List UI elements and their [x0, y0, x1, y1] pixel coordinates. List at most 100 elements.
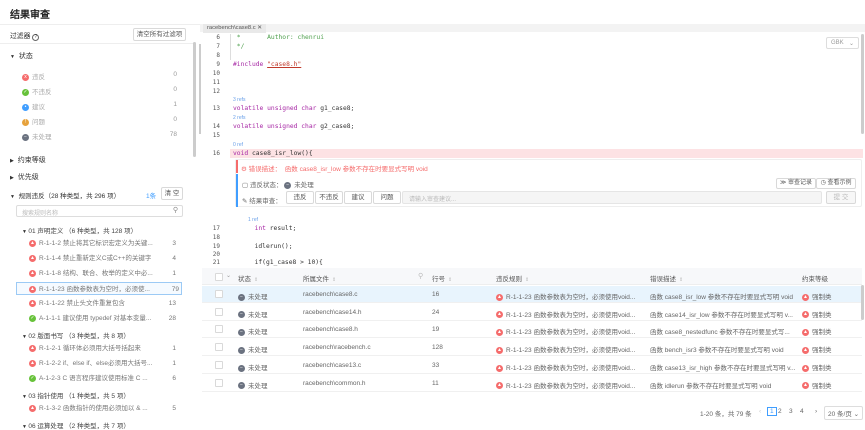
status-filter-1[interactable]: ✓ 不违反 0	[22, 86, 177, 96]
review-history-button[interactable]: ≫ 审查记录	[776, 178, 816, 189]
rule-item[interactable]: ▲ R-1-3-2 函数指针的使用必须加以 & ... 5	[28, 402, 178, 415]
line-number: 15	[212, 132, 220, 139]
row-level: ▲ 强制类	[802, 329, 832, 337]
rule-group[interactable]: ▼ 03 指针使用 （1 种类型，共 5 项）	[22, 390, 130, 400]
rule-item[interactable]: ▲ R-1-1-2 禁止将其它标识宏定义为关键... 3	[28, 237, 178, 250]
review-option-button[interactable]: 问题	[373, 191, 401, 204]
code-lens-refs[interactable]: 1 ref	[248, 217, 258, 223]
row-file[interactable]: racebench\case8.c	[303, 291, 413, 298]
table-row[interactable]: − 未处理 racebench\case8.h 19 ▲ R-1-1-23 函数参数表为空…	[202, 321, 862, 339]
rule-label: R-1-1-2 禁止将其它标识宏定义为关键...	[39, 240, 153, 247]
chevron-down-icon[interactable]: ⌄	[226, 272, 231, 279]
status-filter-4[interactable]: − 未处理 78	[22, 131, 177, 141]
row-line: 128	[432, 344, 443, 352]
col-file[interactable]: 所属文件 ⇕	[303, 273, 336, 283]
table-scrollbar[interactable]	[861, 285, 864, 320]
prev-page-button[interactable]: ‹	[759, 408, 761, 415]
row-file[interactable]: racebench\case14.h	[303, 309, 413, 316]
clear-all-filters-button[interactable]: 清空所有过滤项	[133, 28, 186, 41]
row-checkbox[interactable]	[215, 343, 223, 352]
rule-group[interactable]: ▼ 02 版面书写 （3 种类型，共 8 项）	[22, 330, 130, 340]
table-row[interactable]: − 未处理 racebench\case13.c 33 ▲ R-1-1-23 函数参数表为…	[202, 357, 862, 374]
row-checkbox[interactable]	[215, 360, 223, 369]
error-description: ⚙ 错误描述： 函数 case8_isr_low 参数不存在时要显式写明 voi…	[241, 166, 428, 173]
review-option-button[interactable]: 建议	[344, 191, 372, 204]
col-status[interactable]: 状态 ⇕	[238, 273, 258, 283]
warning-icon: ▲	[802, 346, 809, 354]
submit-button[interactable]: 提 交	[826, 191, 856, 204]
rule-item[interactable]: ▲ R-1-1-23 函数参数表为空时，必须使... 79	[16, 282, 182, 295]
row-checkbox[interactable]	[215, 378, 223, 387]
table-row[interactable]: − 未处理 racebench\racebench.c 128 ▲ R-1-1-23 函数…	[202, 339, 862, 357]
review-comment-input[interactable]: 请输入审查建议...	[402, 191, 822, 204]
next-page-button[interactable]: ›	[815, 408, 817, 415]
code-lens-refs[interactable]: 0 ref	[233, 142, 243, 148]
rules-section-toggle[interactable]: ▼ 规则违反（28 种类型，共 296 项）	[10, 190, 120, 200]
rule-group[interactable]: ▼ 01 声明定义 （6 种类型，共 128 项）	[22, 225, 137, 235]
page-2-button[interactable]: 2	[778, 408, 782, 415]
col-line[interactable]: 行号 ⇕	[432, 273, 452, 283]
page-size-select[interactable]: 20 条/页 ⌄	[824, 406, 864, 420]
row-file[interactable]: racebench\racebench.c	[303, 344, 413, 351]
review-option-button[interactable]: 不违反	[315, 191, 343, 204]
tab-racebench-case8[interactable]: racebench\case8.c ✕	[203, 24, 267, 33]
close-icon[interactable]: ✕	[257, 25, 262, 31]
status-filter-2[interactable]: • 建议 1	[22, 101, 177, 111]
rule-group[interactable]: ▼ 06 运算处理 （2 种类型，共 7 项）	[22, 420, 130, 430]
file-search-icon[interactable]: ⚲	[418, 272, 423, 280]
row-checkbox[interactable]	[215, 325, 223, 334]
group-label: 03 指针使用 （1 种类型，共 5 项）	[28, 393, 130, 400]
row-file[interactable]: racebench\case13.c	[303, 362, 413, 369]
table-row[interactable]: − 未处理 racebench\case8.c 16 ▲ R-1-1-23 函数参数表为空…	[202, 286, 862, 303]
encoding-select[interactable]: GBK ⌄	[826, 37, 859, 49]
code-lens-refs[interactable]: 2 refs	[233, 115, 246, 121]
rule-item[interactable]: ✓ A-1-1-1 建议使用 typedef 对基本变量... 28	[28, 312, 178, 325]
advisory-rule-icon: ✓	[29, 314, 36, 322]
rule-item[interactable]: ▲ R-1-2-1 循环体必须用大括号括起来 1	[28, 342, 178, 355]
row-checkbox[interactable]	[215, 307, 223, 316]
status-filter-0[interactable]: x 违反 0	[22, 71, 177, 81]
view-example-button[interactable]: ◷ 查看示例	[816, 178, 856, 189]
table-row[interactable]: − 未处理 racebench\common.h 11 ▲ R-1-1-23 函数参数表为…	[202, 375, 862, 392]
page-3-button[interactable]: 3	[789, 408, 793, 415]
line-number: 9	[216, 61, 220, 68]
rule-item[interactable]: ▲ R-1-1-4 禁止重新定义C或C++的关键字 4	[28, 252, 178, 265]
filter-scrollbar[interactable]	[193, 42, 196, 157]
row-file[interactable]: racebench\common.h	[303, 380, 413, 387]
warning-icon: ▲	[802, 329, 809, 337]
rules-selected-count[interactable]: 1条	[146, 190, 156, 200]
status-orange-icon: !	[22, 118, 29, 126]
rule-item[interactable]: ▲ R-1-1-8 结构、联合、枚举的定义中必... 1	[28, 267, 178, 280]
constraint-section-toggle[interactable]: ▶ 约束等级	[10, 155, 46, 165]
row-line: 19	[432, 326, 440, 334]
help-icon[interactable]: ?	[32, 34, 40, 41]
unprocessed-icon: −	[238, 329, 245, 337]
col-desc[interactable]: 错误描述 ⇕	[650, 273, 683, 283]
select-all-checkbox[interactable]	[215, 273, 223, 281]
col-rule[interactable]: 违反规则 ⇕	[496, 273, 529, 283]
row-file[interactable]: racebench\case8.h	[303, 326, 413, 333]
rule-search-input[interactable]: 搜索规则名称 ⚲	[16, 205, 183, 217]
row-checkbox[interactable]	[215, 290, 223, 298]
review-option-button[interactable]: 违反	[286, 191, 314, 204]
line-number: 17	[212, 225, 220, 232]
rules-clear-button[interactable]: 清 空	[161, 187, 183, 200]
row-line: 24	[432, 308, 440, 316]
editor-scrollbar[interactable]	[861, 34, 864, 134]
rule-item[interactable]: ▲ R-1-1-22 禁止头文件重复包含 13	[28, 297, 178, 310]
status-filter-3[interactable]: ! 问题 0	[22, 116, 177, 126]
status-section-toggle[interactable]: ▼ 状态	[10, 51, 33, 61]
rule-item[interactable]: ▲ R-1-2-2 if、else if、else必须用大括号... 1	[28, 357, 178, 370]
unprocessed-icon: −	[238, 382, 245, 390]
row-line: 16	[432, 291, 440, 298]
page-4-button[interactable]: 4	[800, 408, 804, 415]
table-row[interactable]: − 未处理 racebench\case14.h 24 ▲ R-1-1-23 函数参数表为…	[202, 304, 862, 321]
priority-section-toggle[interactable]: ▶ 优先级	[10, 172, 39, 182]
caret-right-icon: ▶	[10, 158, 14, 164]
rule-label: R-1-1-22 禁止头文件重复包含	[39, 300, 125, 307]
encoding-value: GBK	[831, 40, 844, 46]
code-lens-refs[interactable]: 3 refs	[233, 97, 246, 103]
rule-item[interactable]: ✓ A-1-2-3 C 语言程序建议使用标准 C ... 6	[28, 372, 178, 385]
page-1-button[interactable]: 1	[767, 407, 777, 416]
search-icon[interactable]: ⚲	[173, 206, 178, 214]
